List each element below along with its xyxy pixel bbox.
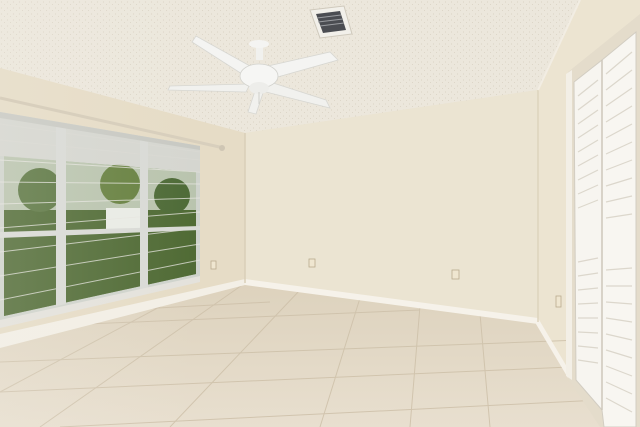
curtain-rod-end bbox=[219, 145, 225, 151]
closet-door-icon bbox=[566, 14, 640, 427]
room-illustration bbox=[0, 0, 640, 427]
window-blinds-icon bbox=[0, 0, 201, 427]
room-photo bbox=[0, 0, 640, 427]
